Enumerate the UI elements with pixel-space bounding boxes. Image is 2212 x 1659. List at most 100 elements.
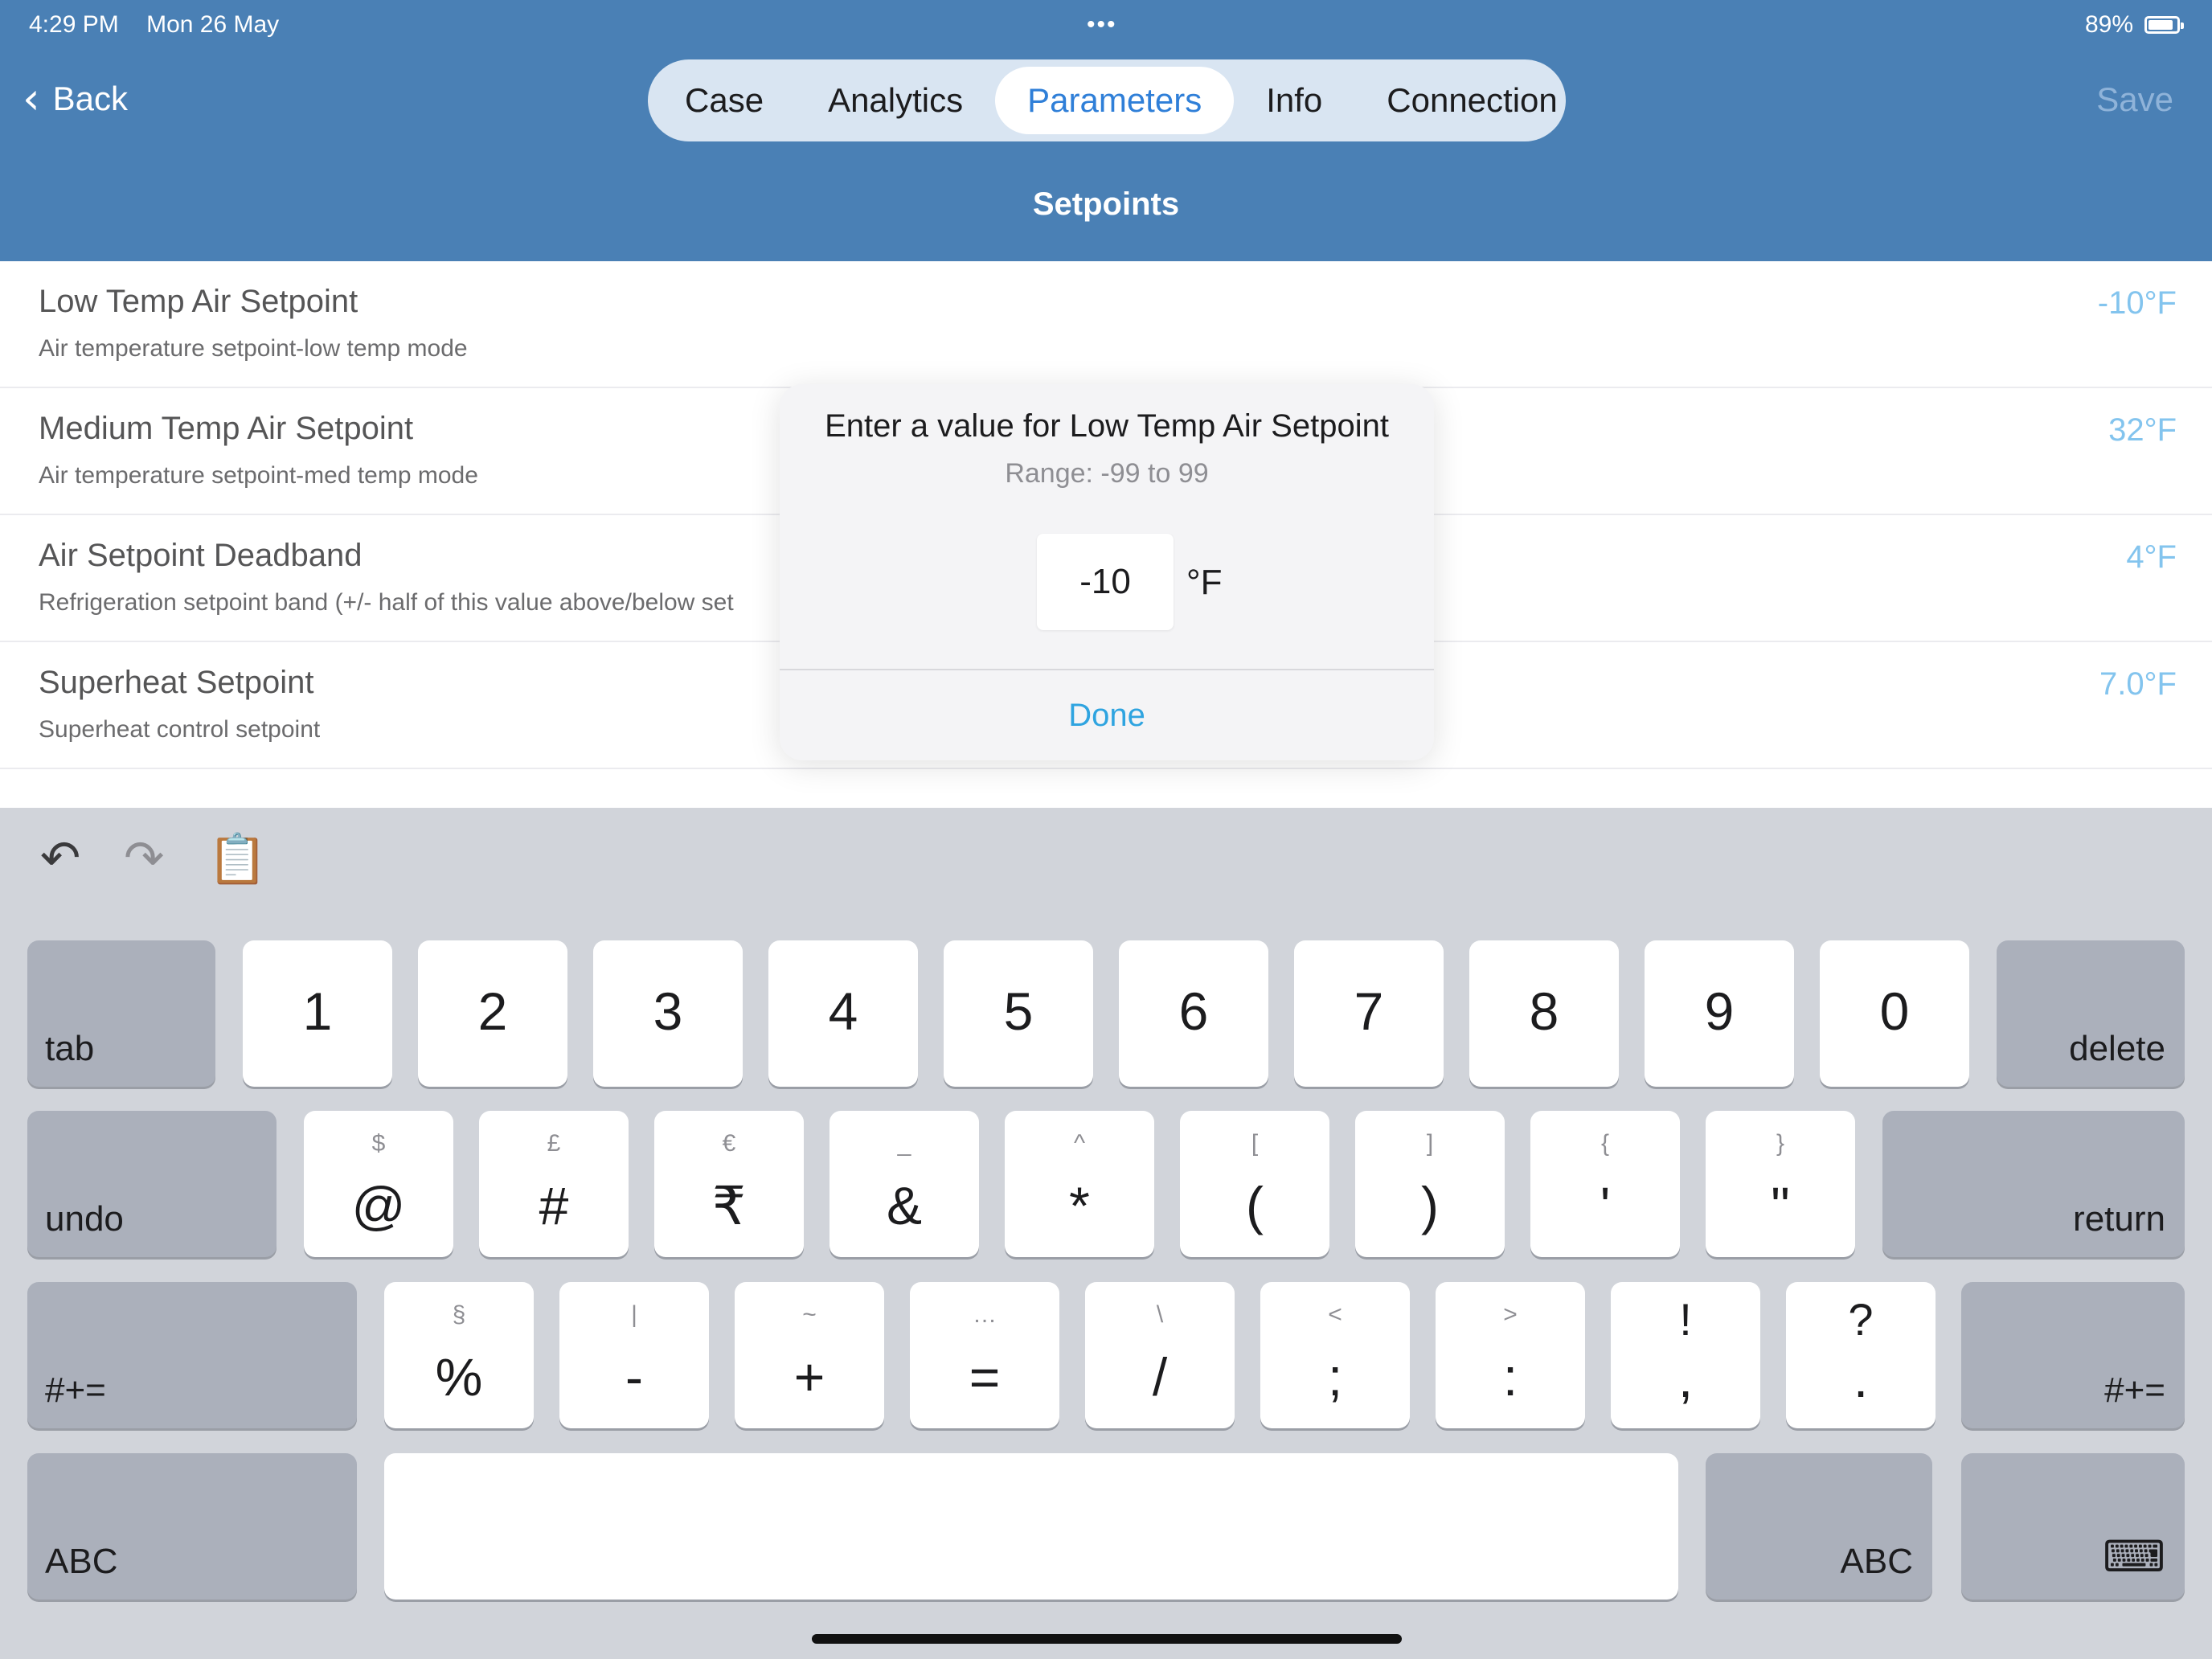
undo-key[interactable]: undo [27,1111,276,1257]
key-label: ; [1327,1347,1343,1407]
key-colon[interactable]: >: [1436,1282,1585,1428]
key-5[interactable]: 5 [944,940,1093,1087]
space-bar[interactable] [384,1453,1678,1600]
key-label: 2 [477,981,508,1041]
key-asterisk[interactable]: ^ * [1005,1111,1154,1257]
key-label: return [2073,1199,2165,1239]
status-date: Mon 26 May [146,11,280,38]
key-label: * [1069,1176,1090,1235]
home-indicator[interactable] [812,1634,1402,1644]
navigation-header: 4:29 PM Mon 26 May ••• 89% ‹ Back Case A… [0,0,2212,261]
keyboard-dismiss-key[interactable]: ⌨ [1961,1453,2185,1600]
key-label: ' [1600,1176,1611,1235]
page-title: Setpoints [1032,186,1180,222]
symbols-shift-key-right[interactable]: #+= [1961,1282,2185,1428]
key-label: 5 [1003,981,1034,1041]
key-label: - [625,1347,643,1407]
tab-case[interactable]: Case [653,67,796,134]
key-open-paren[interactable]: [( [1180,1111,1329,1257]
key-3[interactable]: 3 [593,940,743,1087]
key-period[interactable]: ?. [1786,1282,1936,1428]
key-sublabel: ! [1679,1294,1692,1345]
key-percent[interactable]: §% [384,1282,534,1428]
abc-key-left[interactable]: ABC [27,1453,357,1600]
list-item-value[interactable]: -10°F [2098,285,2177,322]
status-time: 4:29 PM [29,11,119,38]
key-label: 1 [302,981,333,1041]
key-label: #+= [2104,1370,2165,1410]
key-label: undo [45,1199,124,1239]
key-8[interactable]: 8 [1469,940,1619,1087]
key-sublabel: ^ [1073,1130,1086,1157]
key-rupee[interactable]: € ₹ [654,1111,804,1257]
key-1[interactable]: 1 [243,940,392,1087]
key-sublabel: £ [547,1130,561,1157]
key-equals[interactable]: … = [910,1282,1059,1428]
key-label: 6 [1178,981,1209,1041]
tab-key[interactable]: tab [27,940,215,1087]
key-2[interactable]: 2 [418,940,567,1087]
key-sublabel: € [722,1130,736,1157]
symbols-shift-key-left[interactable]: #+= [27,1282,357,1428]
key-4[interactable]: 4 [768,940,918,1087]
battery-percentage: 89% [2084,11,2133,38]
key-label: 8 [1529,981,1559,1041]
key-6[interactable]: 6 [1119,940,1268,1087]
key-plus[interactable]: ~ + [735,1282,884,1428]
key-sublabel: < [1328,1301,1342,1328]
key-sublabel: > [1503,1301,1518,1328]
tab-connection[interactable]: Connection [1354,67,1589,134]
key-0[interactable]: 0 [1820,940,1969,1087]
key-quote[interactable]: } " [1706,1111,1855,1257]
key-semicolon[interactable]: <; [1260,1282,1410,1428]
redo-arrow-icon[interactable]: ↷ [124,830,164,887]
dialog-title: Enter a value for Low Temp Air Setpoint [825,408,1389,444]
key-sublabel: ~ [802,1301,817,1328]
multitasking-dots[interactable]: ••• [1087,11,1117,39]
key-sublabel: $ [371,1130,386,1157]
key-9[interactable]: 9 [1645,940,1794,1087]
key-minus[interactable]: | - [559,1282,709,1428]
key-at[interactable]: $ @ [304,1111,453,1257]
list-item-description: Superheat control setpoint [39,716,321,743]
delete-key[interactable]: delete [1997,940,2185,1087]
key-label: : [1502,1347,1518,1407]
tab-parameters[interactable]: Parameters [995,67,1235,134]
key-sublabel: _ [897,1130,911,1157]
list-item[interactable]: Low Temp Air Setpoint Air temperature se… [0,261,2212,388]
key-label: # [539,1176,569,1235]
clipboard-icon[interactable]: 📋 [207,830,268,887]
key-label: / [1152,1347,1168,1407]
key-ampersand[interactable]: _ & [830,1111,979,1257]
return-key[interactable]: return [1882,1111,2185,1257]
tab-info[interactable]: Info [1234,67,1354,134]
list-item-partial[interactable] [0,769,2212,808]
key-label: . [1853,1349,1869,1408]
list-item-value[interactable]: 4°F [2126,539,2177,576]
abc-key-right[interactable]: ABC [1706,1453,1932,1600]
value-input[interactable]: -10 [1037,534,1174,630]
save-button[interactable]: Save [2096,80,2173,119]
key-hash[interactable]: £ # [479,1111,629,1257]
key-label: 3 [653,981,683,1041]
tab-analytics[interactable]: Analytics [796,67,995,134]
battery-icon [2144,16,2184,34]
undo-arrow-icon[interactable]: ↶ [40,830,80,887]
key-sublabel: \ [1156,1301,1164,1328]
back-button[interactable]: ‹ Back [23,77,128,121]
key-sublabel: … [973,1301,997,1328]
key-label: , [1677,1349,1694,1408]
tab-segmented-control: Case Analytics Parameters Info Connectio… [648,59,1566,141]
key-slash[interactable]: \ / [1085,1282,1235,1428]
chevron-left-icon: ‹ [23,73,40,124]
list-item-value[interactable]: 32°F [2108,412,2177,449]
key-label: 9 [1704,981,1735,1041]
done-button[interactable]: Done [780,670,1434,760]
key-sublabel: | [631,1301,637,1328]
key-7[interactable]: 7 [1294,940,1444,1087]
list-item-title: Air Setpoint Deadband [39,538,363,573]
key-comma[interactable]: !, [1611,1282,1760,1428]
key-close-paren[interactable]: ]) [1355,1111,1505,1257]
key-apostrophe[interactable]: {' [1530,1111,1680,1257]
list-item-value[interactable]: 7.0°F [2099,666,2177,703]
